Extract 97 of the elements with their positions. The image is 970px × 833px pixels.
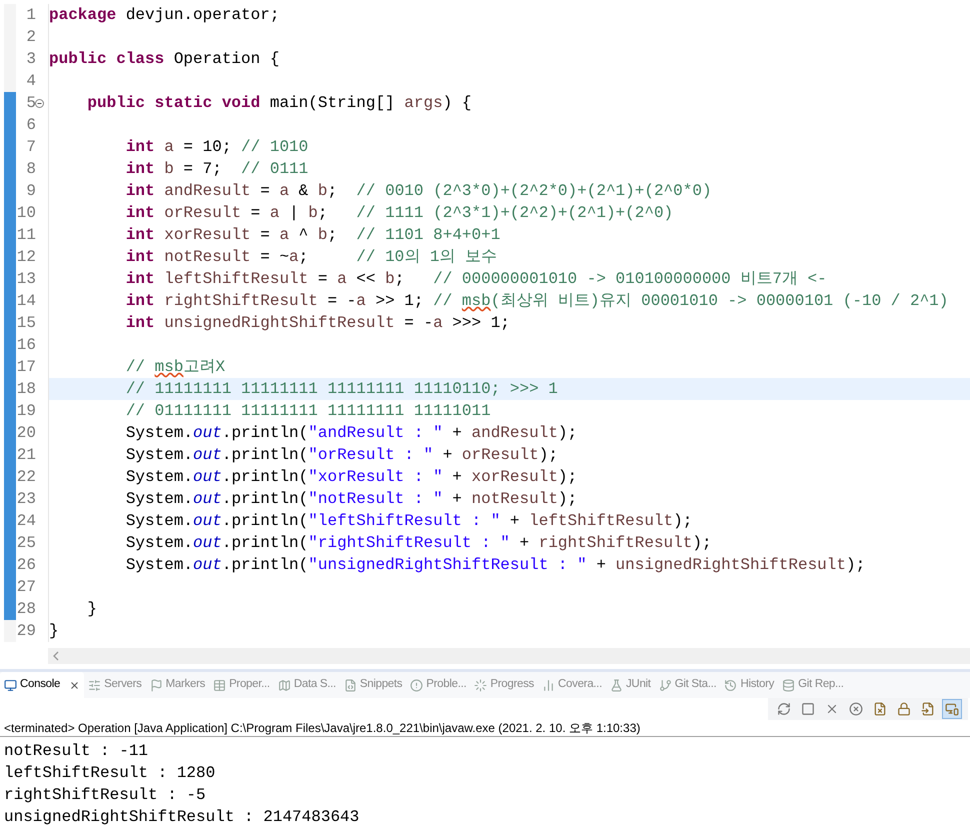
- code-line: System.out.println("notResult : " + notResult);: [124, 491, 578, 507]
- file-icon: [344, 678, 357, 692]
- code-line: package devjun.operator;: [49, 7, 280, 23]
- flask-icon: [610, 678, 623, 692]
- line-number: 8: [26, 161, 36, 177]
- code-line: // 01111111 11111111 11111111 11111011: [124, 403, 491, 419]
- view-tab[interactable]: Snippets: [340, 672, 406, 698]
- history-icon: [724, 678, 738, 692]
- console-output-line: unsignedRightShiftResult : 2147483643: [4, 809, 360, 825]
- line-number: 29: [16, 623, 36, 639]
- scroll-left-icon[interactable]: [52, 651, 60, 661]
- view-tab[interactable]: JUnit: [606, 672, 655, 698]
- line-number: 18: [16, 381, 36, 397]
- code-line: // msb고려X: [124, 359, 226, 375]
- code-line: }: [49, 623, 59, 639]
- code-line: int andResult = a & b; // 0010 (2^3*0)+(2^2*0)+(2^1)+(2^0*0): [124, 183, 712, 199]
- clear-icon: [873, 702, 887, 716]
- line-number: 17: [16, 359, 36, 375]
- view-tab[interactable]: Servers: [84, 672, 146, 698]
- line-number: 10: [16, 205, 36, 221]
- map-icon: [278, 678, 291, 692]
- line-number: 27: [16, 579, 36, 595]
- view-tab[interactable]: Console: [0, 672, 84, 698]
- close-icon[interactable]: [69, 680, 80, 690]
- line-number: 24: [16, 513, 36, 529]
- view-tab[interactable]: Progress: [470, 672, 538, 698]
- stop-icon: [801, 702, 815, 716]
- horizontal-scrollbar[interactable]: [48, 648, 970, 664]
- view-tab[interactable]: Git Rep...: [778, 672, 848, 698]
- alert-icon: [410, 678, 424, 692]
- view-tab[interactable]: Covera...: [538, 672, 606, 698]
- view-tab[interactable]: Data S...: [274, 672, 340, 698]
- console-header: <terminated> Operation [Java Application] C:\Program Files\Java\jre1.8.0_221\bin\javaw.exe (2021. 2. 10. 오후 1:10:33): [3, 722, 640, 734]
- input-icon: [921, 702, 935, 716]
- code-line: public class Operation {: [49, 51, 280, 67]
- console-output-line: notResult : -11: [4, 743, 148, 759]
- view-tab[interactable]: Git Sta...: [654, 672, 720, 698]
- chart-icon: [542, 678, 556, 692]
- line-number: 5: [26, 95, 36, 111]
- line-number: 21: [16, 447, 36, 463]
- line-number: 9: [26, 183, 36, 199]
- sliders-icon: [88, 678, 102, 692]
- code-line: System.out.println("xorResult : " + xorResult);: [124, 469, 578, 485]
- code-line: System.out.println("rightShiftResult : " + rightShiftResult);: [124, 535, 712, 551]
- code-line: // 11111111 11111111 11111111 11110110; >>> 1: [124, 381, 558, 397]
- line-number: 7: [26, 139, 36, 155]
- line-number: 2: [26, 29, 36, 45]
- line-number: 13: [16, 271, 36, 287]
- view-tab[interactable]: Proble...: [406, 672, 470, 698]
- code-line: public static void main(String[] args) {: [86, 95, 472, 111]
- collapse-icon[interactable]: [35, 99, 44, 108]
- view-tab[interactable]: Markers: [146, 672, 210, 698]
- line-number: 11: [16, 227, 36, 243]
- lock-icon: [897, 702, 911, 716]
- line-number: 3: [26, 51, 36, 67]
- line-number: 22: [16, 469, 36, 485]
- code-line: int notResult = ~a; // 10의 1의 보수: [124, 249, 498, 265]
- code-line: System.out.println("orResult : " + orResult);: [124, 447, 558, 463]
- line-number: 16: [16, 337, 36, 353]
- code-line: int b = 7; // 0111: [124, 161, 308, 177]
- monitor-icon: [4, 678, 17, 692]
- code-line: System.out.println("andResult : " + andResult);: [124, 425, 578, 441]
- loader-icon: [474, 678, 488, 692]
- line-number: 23: [16, 491, 36, 507]
- remove-icon: [825, 702, 839, 716]
- code-line: int a = 10; // 1010: [124, 139, 308, 155]
- code-line: int xorResult = a ^ b; // 1101 8+4+0+1: [124, 227, 500, 243]
- line-number: 26: [16, 557, 36, 573]
- code-line: }: [86, 601, 98, 617]
- line-number: 4: [26, 73, 36, 89]
- database-icon: [782, 678, 796, 692]
- table-icon: [213, 678, 226, 692]
- console-output-line: leftShiftResult : 1280: [4, 765, 216, 781]
- code-line: int orResult = a | b; // 1111 (2^3*1)+(2^2)+(2^1)+(2^0): [124, 205, 674, 221]
- line-number: 15: [16, 315, 36, 331]
- view-tab[interactable]: Proper...: [209, 672, 274, 698]
- flag-icon: [150, 678, 163, 692]
- line-number: 6: [26, 117, 36, 133]
- line-number: 28: [16, 601, 36, 617]
- remove-all-icon: [849, 702, 863, 716]
- code-line: int unsignedRightShiftResult = -a >>> 1;: [124, 315, 510, 331]
- toolbar-button[interactable]: [942, 699, 962, 719]
- code-line: System.out.println("leftShiftResult : " + leftShiftResult);: [124, 513, 692, 529]
- view-tab[interactable]: History: [720, 672, 778, 698]
- line-number: 19: [16, 403, 36, 419]
- display-icon: [945, 702, 959, 716]
- code-line: int rightShiftResult = -a >> 1; // msb(최상위 비트)유지 00001010 -> 00000101 (-10 / 2^1): [124, 293, 948, 309]
- line-number: 25: [16, 535, 36, 551]
- line-number: 20: [16, 425, 36, 441]
- line-number: 12: [16, 249, 36, 265]
- branch-icon: [658, 678, 672, 692]
- line-number: 1: [26, 7, 36, 23]
- line-number: 14: [16, 293, 36, 309]
- console-output-line: rightShiftResult : -5: [4, 787, 206, 803]
- refresh-icon: [777, 702, 791, 716]
- code-line: System.out.println("unsignedRightShiftResult : " + unsignedRightShiftResult);: [124, 557, 866, 573]
- code-line: int leftShiftResult = a << b; // 000000001010 -> 010100000000 비트7개 <-: [124, 271, 827, 287]
